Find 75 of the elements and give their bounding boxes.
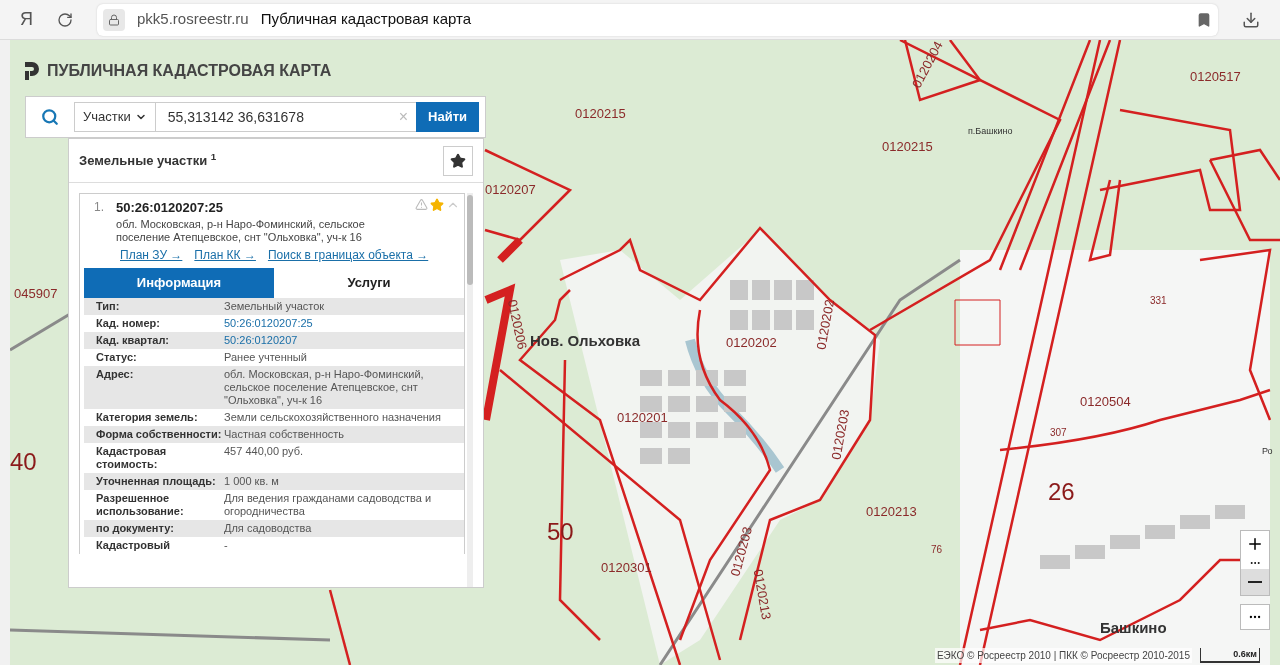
info-value: -: [224, 538, 228, 552]
map-label: п.Башкино: [968, 127, 1013, 136]
map-label: 045907: [14, 287, 58, 300]
address-bar[interactable]: pkk5.rosreestr.ru Публичная кадастровая карта: [97, 3, 1218, 36]
scale-bar: 0.6км: [1200, 647, 1260, 663]
map-label: Ро: [1262, 447, 1273, 456]
result-number: 1.: [94, 199, 104, 216]
map-label: 76: [931, 545, 943, 555]
info-value: Для ведения гражданами садоводства и огородничества: [224, 491, 433, 518]
address-text: обл. Московская, р-н Наро-Фоминский, сельское поселение Атепцевское, снт "Ольховка", уч-к 16: [116, 217, 366, 244]
info-label: Кад. квартал:: [96, 333, 171, 347]
info-value: Для садоводства: [224, 521, 312, 535]
info-value: 1 000 кв. м: [224, 474, 279, 488]
reload-icon[interactable]: [57, 11, 73, 28]
info-value: 457 440,00 руб.: [224, 444, 304, 459]
cadastral-number: 50:26:0120207:25: [116, 199, 224, 217]
app-title: ПУБЛИЧНАЯ КАДАСТРОВАЯ КАРТА: [47, 61, 332, 81]
favorite-star-icon[interactable]: [430, 198, 444, 212]
page-title: Публичная кадастровая карта: [260, 9, 472, 30]
lock-icon[interactable]: [103, 8, 125, 31]
logo-icon: [25, 62, 39, 80]
map-label: 0120202: [726, 336, 777, 349]
info-label: Кадастровая стоимость:: [96, 444, 168, 471]
map-label: 26: [1048, 480, 1075, 504]
map-label: 0120517: [1190, 70, 1241, 83]
map-label: 0120203: [829, 408, 852, 461]
plus-icon: [1246, 535, 1264, 553]
scrollbar[interactable]: [467, 193, 473, 587]
info-label: Кад. номер:: [96, 316, 161, 330]
info-link[interactable]: 50:26:0120207: [224, 333, 298, 347]
map-label: 0120215: [575, 107, 626, 120]
info-label: Уточненная площадь:: [96, 474, 217, 488]
map-label: 0120206: [505, 298, 529, 351]
favorites-button[interactable]: [443, 145, 473, 176]
info-label: Тип:: [96, 299, 121, 313]
map-label: 0120213: [866, 505, 917, 518]
category-dropdown[interactable]: Участки: [74, 102, 156, 132]
attribution-text: ЕЭКО © Росреестр 2010 | ПКК © Росреестр 2010-2015: [934, 648, 1192, 663]
info-label: Форма собственности:: [96, 427, 223, 441]
browser-logo[interactable]: Я: [20, 6, 33, 33]
plan-link[interactable]: План КК →: [194, 245, 256, 264]
plan-link[interactable]: План ЗУ →: [120, 245, 183, 264]
find-button[interactable]: Найти: [416, 102, 479, 132]
info-value: обл. Московская, р-н Наро-Фоминский, сельское поселение Атепцевское, снт "Ольховка", уч-к 16: [224, 367, 425, 407]
plan-link[interactable]: Поиск в границах объекта →: [267, 245, 429, 264]
map-label: 0120207: [485, 183, 536, 196]
info-label: по документу:: [96, 521, 175, 535]
map-label: 0120215: [882, 140, 933, 153]
info-label: Кадастровый: [96, 538, 171, 552]
info-value: Земельный участок: [224, 299, 325, 313]
map-label: 0120202: [814, 298, 837, 351]
map-label: 40: [10, 450, 37, 474]
search-icon[interactable]: [41, 108, 59, 126]
info-value: Ранее учтенный: [224, 350, 307, 364]
map-label: 331: [1150, 296, 1167, 306]
map-background[interactable]: [10, 40, 1280, 665]
info-label: Категория земель:: [96, 410, 199, 424]
info-value: Земли сельскохозяйственного назначения: [224, 410, 441, 424]
map-label: 307: [1050, 428, 1067, 438]
download-icon[interactable]: [1242, 10, 1260, 29]
info-value: Частная собственность: [224, 427, 345, 441]
minus-icon: [1248, 581, 1262, 583]
panel-tab[interactable]: Информация: [84, 267, 274, 298]
bookmark-icon[interactable]: [1196, 11, 1212, 28]
zoom-out-button[interactable]: [1241, 569, 1269, 595]
results-heading: Земельные участки $^{1}$: [79, 150, 217, 170]
info-link[interactable]: 50:26:0120207:25: [224, 316, 313, 330]
url-text: pkk5.rosreestr.ru: [137, 9, 249, 30]
info-label: Адрес:: [96, 367, 135, 382]
info-label: Разрешенное использование:: [96, 491, 185, 518]
search-input[interactable]: 55,313142 36,631678: [155, 102, 391, 132]
info-label: Статус:: [96, 350, 138, 364]
map-label: 0120201: [617, 411, 668, 424]
map-label: 0120504: [1080, 395, 1131, 408]
star-icon: [450, 152, 466, 169]
